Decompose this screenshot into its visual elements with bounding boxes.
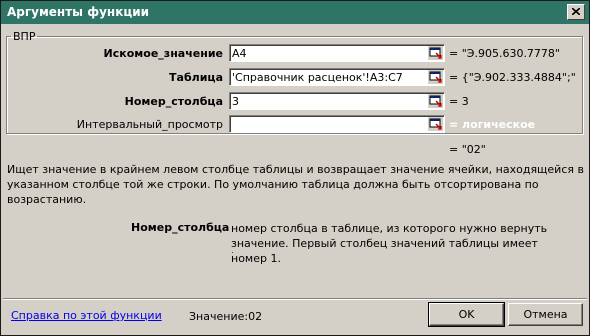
arg-label-table: Таблица [169,71,223,84]
lookup-value-result: = "Э.905.630.7778" [449,47,560,60]
arg-label-lookup-value: Искомое_значение [103,47,223,60]
ok-button[interactable]: OK [428,302,505,327]
formula-result: = "02" [449,143,486,156]
value-readout: Значение:02 [189,310,262,323]
table-result: = {"Э.902.333.4884";" [449,71,576,84]
footer-divider [3,298,587,300]
lookup-value-field[interactable] [229,44,445,62]
collapse-dialog-icon[interactable] [428,70,443,84]
range-lookup-field[interactable] [229,115,445,133]
title-bar[interactable]: Аргументы функции [1,1,589,24]
close-button[interactable] [567,4,585,20]
table-field[interactable] [229,68,445,86]
function-description: Ищет значение в крайнем левом столбце та… [7,163,584,206]
col-index-field[interactable] [229,92,445,110]
col-index-input[interactable] [232,94,428,108]
text-cursor-dot [232,252,233,253]
collapse-dialog-icon[interactable] [428,94,443,108]
table-input[interactable] [232,70,428,84]
arg-label-range-lookup: Интервальный_просмотр [76,118,223,131]
arg-label-col-index: Номер_столбца [124,95,223,108]
window-title: Аргументы функции [7,5,150,19]
range-lookup-result: = логическое [449,118,536,131]
value-label: Значение: [189,310,249,323]
range-lookup-input[interactable] [232,117,428,131]
collapse-dialog-icon[interactable] [428,46,443,60]
function-help-link[interactable]: Справка по этой функции [11,309,162,322]
col-index-result: = 3 [449,95,469,108]
close-icon [572,8,580,15]
collapse-dialog-icon[interactable] [428,117,443,131]
function-arguments-dialog: Аргументы функции ВПР Искомое_значение =… [0,0,590,336]
lookup-value-input[interactable] [232,46,428,60]
value-text: 02 [248,310,263,323]
cancel-button[interactable]: Отмена [508,303,583,326]
current-arg-name: Номер_столбца [131,221,230,234]
current-arg-description: номер столбца в таблице, из которого нуж… [231,222,548,265]
group-legend: ВПР [13,30,36,43]
